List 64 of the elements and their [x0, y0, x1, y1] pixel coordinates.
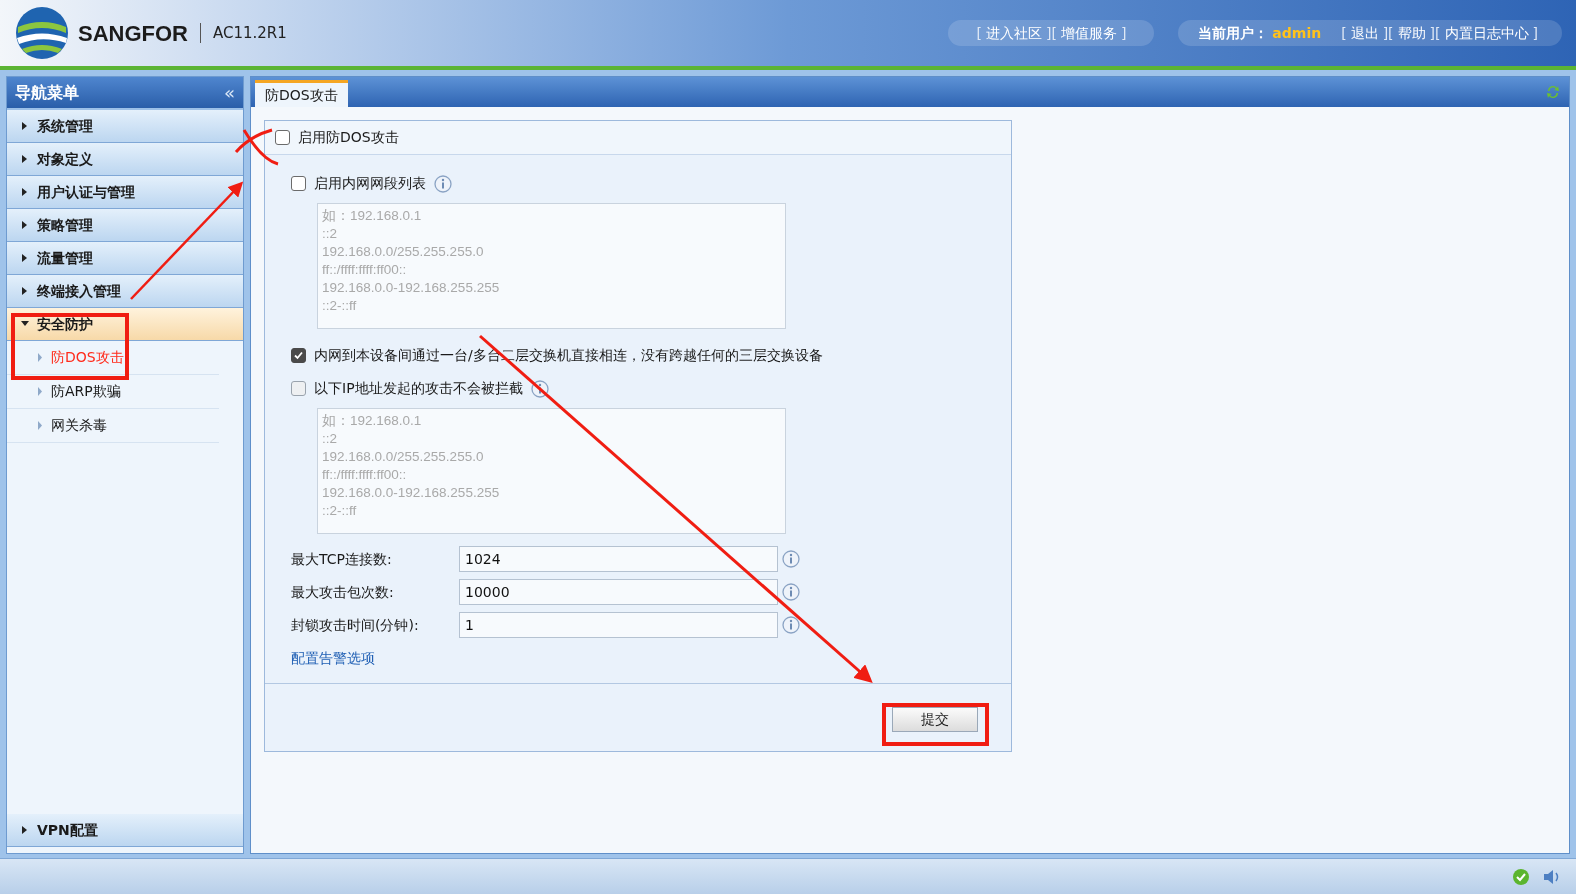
alert-settings-link[interactable]: 配置告警选项: [291, 648, 375, 669]
version-text: AC11.2R1: [213, 22, 287, 44]
number-field[interactable]: 1: [459, 612, 778, 638]
bracket-text: [: [1341, 23, 1347, 43]
nav-menu-item[interactable]: 流量管理: [7, 242, 243, 275]
bracket-text: [: [976, 23, 982, 43]
header-link[interactable]: 内置日志中心: [1444, 22, 1529, 44]
number-field[interactable]: 10000: [459, 579, 778, 605]
bracket-text: ][: [1429, 23, 1441, 43]
caret-icon: [21, 188, 29, 196]
checkbox-label: 启用内网网段列表: [314, 174, 426, 193]
cross-mark-annotation: [234, 128, 279, 166]
bracket-text: ][: [1045, 23, 1057, 43]
field-label: 最大TCP连接数:: [291, 549, 393, 569]
tab[interactable]: 防DOS攻击: [255, 80, 348, 107]
caret-icon: [21, 287, 29, 295]
collapse-button[interactable]: «: [224, 83, 235, 102]
header-link[interactable]: 退出: [1350, 22, 1379, 44]
sidebar-title: 导航菜单: [15, 81, 79, 104]
checkbox-label: 以下IP地址发起的攻击不会被拦截: [314, 379, 523, 398]
nav-menu-item[interactable]: 安全防护: [7, 308, 243, 341]
brand-name: SANGFOR: [78, 19, 188, 48]
checkbox[interactable]: [275, 130, 290, 145]
caret-icon: [37, 421, 43, 430]
caret-icon: [21, 155, 29, 163]
caret-icon: [21, 221, 29, 229]
checkmark-icon: [293, 350, 304, 361]
user-label: 当前用户：: [1198, 23, 1269, 43]
nav-menu-item[interactable]: VPN配置: [7, 814, 243, 847]
user-name: admin: [1272, 23, 1322, 43]
checkbox[interactable]: [291, 176, 306, 191]
info-icon: [434, 174, 452, 193]
bracket-text: ]: [1532, 23, 1538, 43]
nav-menu-item[interactable]: 终端接入管理: [7, 275, 243, 308]
caret-icon: [21, 320, 29, 328]
field-label: 封锁攻击时间(分钟):: [291, 615, 420, 635]
nav-submenu-item[interactable]: 防ARP欺骗: [7, 375, 219, 409]
field-label: 最大攻击包次数:: [291, 582, 395, 602]
checkbox[interactable]: [291, 348, 306, 363]
nav-menu-item[interactable]: 策略管理: [7, 209, 243, 242]
info-icon: [782, 583, 800, 601]
bracket-text: ][: [1382, 23, 1394, 43]
checkbox-label: 启用防DOS攻击: [298, 128, 399, 147]
caret-icon: [21, 254, 29, 262]
submit-button[interactable]: 提交: [892, 707, 978, 732]
info-icon: [782, 550, 800, 568]
number-field[interactable]: 1024: [459, 546, 778, 572]
info-icon: [782, 616, 800, 634]
caret-icon: [21, 122, 29, 130]
checkbox[interactable]: [291, 381, 306, 396]
caret-icon: [21, 826, 29, 834]
globe-logo-icon: [14, 5, 70, 61]
nav-menu-item[interactable]: 系统管理: [7, 110, 243, 143]
ip-list-field[interactable]: 如：192.168.0.1 ::2 192.168.0.0/255.255.255.0 ff::/ffff:ffff:ff00:: 192.168.0.0-192.168.255.255 ::2-::ff: [317, 408, 786, 534]
caret-icon: [37, 387, 43, 396]
ip-list-field[interactable]: 如：192.168.0.1 ::2 192.168.0.0/255.255.255.0 ff::/ffff:ffff:ff00:: 192.168.0.0-192.168.255.255 ::2-::ff: [317, 203, 786, 329]
info-icon: [530, 379, 549, 398]
nav-menu-item[interactable]: 用户认证与管理: [7, 176, 243, 209]
header-link[interactable]: 帮助: [1397, 22, 1426, 44]
nav-submenu-item[interactable]: 网关杀毒: [7, 409, 219, 443]
caret-icon: [37, 353, 43, 362]
nav-menu-item[interactable]: 对象定义: [7, 143, 243, 176]
bracket-text: ]: [1120, 23, 1127, 43]
check-circle-icon: [1512, 867, 1530, 886]
